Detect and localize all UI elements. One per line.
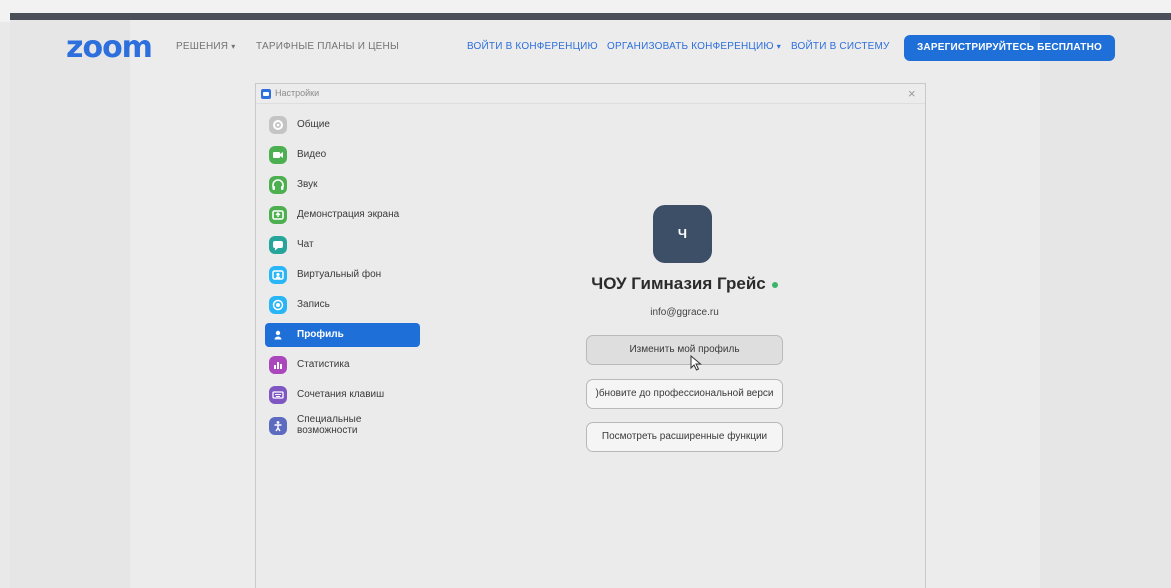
nav-host-label: ОРГАНИЗОВАТЬ КОНФЕРЕНЦИЮ xyxy=(607,41,774,52)
sidebar-item-virtual-background[interactable]: Виртуальный фон xyxy=(265,263,420,287)
page-left-gutter xyxy=(10,20,130,588)
edit-profile-button[interactable]: Изменить мой профиль xyxy=(586,335,783,365)
sidebar-item-chat[interactable]: Чат xyxy=(265,233,420,257)
sidebar-item-screen-share[interactable]: Демонстрация экрана xyxy=(265,203,420,227)
online-status-icon xyxy=(771,281,778,288)
sidebar-item-audio[interactable]: Звук xyxy=(265,173,420,197)
nav-plans[interactable]: ТАРИФНЫЕ ПЛАНЫ И ЦЕНЫ xyxy=(256,41,399,52)
chat-icon xyxy=(269,236,287,254)
mouse-cursor-icon xyxy=(690,354,702,371)
settings-window: Настройки × Общие Видео Звук Демонстраци… xyxy=(255,83,926,588)
headphones-icon xyxy=(269,176,287,194)
sidebar-item-label: Виртуальный фон xyxy=(297,269,382,280)
sidebar-item-label: Статистика xyxy=(297,359,350,370)
user-icon xyxy=(269,326,287,344)
window-titlebar: Настройки × xyxy=(256,84,925,104)
share-screen-icon xyxy=(269,206,287,224)
top-navigation: zoom РЕШЕНИЯ ▾ ТАРИФНЫЕ ПЛАНЫ И ЦЕНЫ ВОЙТ… xyxy=(10,30,1171,66)
sidebar-item-label: Профиль xyxy=(297,329,344,340)
gear-icon xyxy=(269,116,287,134)
zoom-app-icon xyxy=(261,89,271,99)
top-dark-bar xyxy=(10,13,1171,20)
nav-host-meeting[interactable]: ОРГАНИЗОВАТЬ КОНФЕРЕНЦИЮ ▾ xyxy=(607,41,781,52)
avatar[interactable]: Ч xyxy=(653,205,712,263)
profile-panel: Ч ЧОУ Гимназия Грейс info@ggrace.ru Изме… xyxy=(444,105,925,588)
sidebar-item-profile[interactable]: Профиль xyxy=(265,323,420,347)
sidebar-item-label: Чат xyxy=(297,239,314,250)
profile-email: info@ggrace.ru xyxy=(650,307,719,318)
chevron-down-icon: ▾ xyxy=(231,42,236,51)
record-icon xyxy=(269,296,287,314)
page-right-gutter xyxy=(1040,20,1171,588)
sidebar-item-label: Общие xyxy=(297,119,330,130)
keyboard-icon xyxy=(269,386,287,404)
chevron-down-icon: ▾ xyxy=(776,42,781,51)
close-icon[interactable]: × xyxy=(908,86,916,101)
sidebar-item-label: Звук xyxy=(297,179,318,190)
advanced-features-button[interactable]: Посмотреть расширенные функции xyxy=(586,422,783,452)
signup-button[interactable]: ЗАРЕГИСТРИРУЙТЕСЬ БЕСПЛАТНО xyxy=(904,35,1115,61)
virtual-background-icon xyxy=(269,266,287,284)
sidebar-item-accessibility[interactable]: Специальные возможности xyxy=(265,413,420,437)
nav-solutions[interactable]: РЕШЕНИЯ ▾ xyxy=(176,41,235,52)
sidebar-item-label: Сочетания клавиш xyxy=(297,389,385,400)
profile-name: ЧОУ Гимназия Грейс xyxy=(444,274,925,294)
sidebar-item-label: Видео xyxy=(297,149,327,160)
sidebar-item-general[interactable]: Общие xyxy=(265,113,420,137)
sidebar-item-recording[interactable]: Запись xyxy=(265,293,420,317)
sidebar-item-statistics[interactable]: Статистика xyxy=(265,353,420,377)
nav-join-meeting[interactable]: ВОЙТИ В КОНФЕРЕНЦИЮ xyxy=(467,41,598,52)
upgrade-pro-button[interactable]: )бновите до профессиональной верси xyxy=(586,379,783,409)
sidebar-item-label: Демонстрация экрана xyxy=(297,209,400,220)
browser-top-strip xyxy=(0,0,1171,22)
sidebar-item-label: Специальные возможности xyxy=(297,414,362,436)
sidebar-item-shortcuts[interactable]: Сочетания клавиш xyxy=(265,383,420,407)
nav-solutions-label: РЕШЕНИЯ xyxy=(176,41,229,52)
accessibility-icon xyxy=(269,417,287,435)
nav-sign-in[interactable]: ВОЙТИ В СИСТЕМУ xyxy=(791,41,890,52)
sidebar-item-label: Запись xyxy=(297,299,330,310)
window-title: Настройки xyxy=(275,88,320,98)
settings-sidebar: Общие Видео Звук Демонстрация экрана Чат xyxy=(256,105,444,588)
sidebar-item-video[interactable]: Видео xyxy=(265,143,420,167)
profile-name-text: ЧОУ Гимназия Грейс xyxy=(591,274,766,293)
statistics-icon xyxy=(269,356,287,374)
zoom-logo[interactable]: zoom xyxy=(66,30,153,65)
video-icon xyxy=(269,146,287,164)
